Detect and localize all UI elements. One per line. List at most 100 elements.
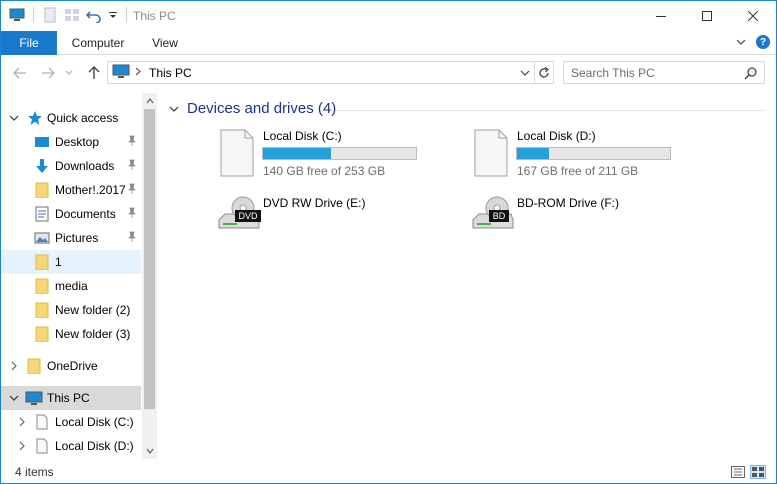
up-arrow-icon	[88, 66, 100, 79]
forward-button[interactable]	[39, 63, 57, 83]
drive-usage-fill	[263, 148, 332, 159]
large-icons-view-button[interactable]	[750, 465, 766, 479]
drive-tile-e[interactable]: DVD DVD RW Drive (E:)	[217, 196, 467, 252]
up-button[interactable]	[85, 63, 103, 83]
pin-icon[interactable]	[127, 231, 137, 243]
chevron-down-icon[interactable]	[169, 104, 179, 114]
drive-icon	[34, 414, 50, 430]
nav-item-local-disk-d[interactable]: Local Disk (D:)	[1, 434, 141, 458]
breadcrumb-separator-icon[interactable]	[135, 67, 141, 79]
bd-drive-icon: BD	[471, 196, 515, 235]
drive-free-space: 167 GB free of 211 GB	[517, 164, 639, 178]
title-bar: This PC	[1, 1, 776, 31]
nav-item-desktop[interactable]: Desktop	[1, 130, 141, 154]
toolbar-divider	[33, 7, 34, 23]
breadcrumb-this-pc[interactable]: This PC	[149, 66, 192, 80]
address-bar[interactable]: This PC	[107, 61, 535, 84]
back-button[interactable]	[11, 63, 29, 83]
maximize-button[interactable]	[684, 1, 730, 31]
pin-icon[interactable]	[127, 135, 137, 147]
nav-item-label: This PC	[47, 391, 90, 405]
navigation-row: This PC	[1, 61, 776, 85]
drive-name: DVD RW Drive (E:)	[263, 196, 366, 210]
tab-view[interactable]: View	[139, 31, 191, 55]
nav-item-new-folder-2[interactable]: New folder (2)	[1, 298, 141, 322]
content-pane: Devices and drives (4) Local Disk (C:) 1…	[161, 93, 771, 459]
nav-item-label: Local Disk (D:)	[55, 439, 134, 453]
download-arrow-icon	[34, 158, 50, 174]
chevron-down-icon[interactable]	[9, 392, 19, 402]
nav-item-new-folder-3[interactable]: New folder (3)	[1, 322, 141, 346]
nav-item-pictures[interactable]: Pictures	[1, 226, 141, 250]
monitor-icon[interactable]	[9, 7, 25, 23]
details-view-icon	[731, 466, 745, 478]
folder-icon	[34, 254, 50, 271]
close-button[interactable]	[730, 1, 776, 31]
chevron-down-icon	[146, 448, 153, 454]
pin-icon[interactable]	[127, 207, 137, 219]
ribbon-right-controls: ?	[736, 35, 770, 49]
refresh-button[interactable]	[534, 61, 554, 84]
details-view-button[interactable]	[730, 465, 746, 479]
window-controls	[638, 1, 776, 31]
search-box[interactable]	[563, 61, 765, 84]
monitor-icon	[25, 390, 43, 406]
scroll-up-button[interactable]	[142, 93, 157, 109]
folder-icon	[34, 278, 50, 295]
group-divider	[337, 110, 765, 111]
nav-item-this-pc[interactable]: This PC	[1, 386, 141, 410]
chevron-up-icon	[146, 98, 153, 104]
navigation-scrollbar[interactable]	[142, 93, 157, 459]
properties-icon[interactable]	[42, 7, 58, 23]
chevron-right-icon[interactable]	[17, 416, 27, 427]
search-input[interactable]	[564, 65, 739, 80]
minimize-button[interactable]	[638, 1, 684, 31]
drive-tile-f[interactable]: BD BD-ROM Drive (F:)	[471, 196, 721, 252]
toolbar-divider	[126, 7, 127, 23]
nav-item-downloads[interactable]: Downloads	[1, 154, 141, 178]
maximize-icon	[702, 11, 712, 21]
drive-tile-c[interactable]: Local Disk (C:) 140 GB free of 253 GB	[217, 129, 467, 185]
chevron-right-icon[interactable]	[9, 360, 19, 371]
address-history-chevron-icon[interactable]	[518, 66, 532, 80]
group-header-devices[interactable]: Devices and drives (4)	[169, 100, 336, 117]
drive-tile-d[interactable]: Local Disk (D:) 167 GB free of 211 GB	[471, 129, 721, 185]
window-title: This PC	[133, 9, 176, 23]
large-icons-view-icon	[752, 467, 764, 477]
customize-toolbar-icon[interactable]	[108, 7, 118, 23]
nav-item-documents[interactable]: Documents	[1, 202, 141, 226]
view-switcher	[730, 465, 766, 479]
tab-file[interactable]: File	[1, 31, 57, 55]
recent-locations-button[interactable]	[63, 63, 75, 83]
help-icon[interactable]: ?	[756, 35, 770, 49]
folder-icon	[34, 302, 50, 319]
search-icon[interactable]	[744, 66, 758, 83]
chevron-right-icon[interactable]	[17, 440, 27, 451]
desktop-icon	[34, 134, 50, 150]
new-folder-icon[interactable]	[64, 7, 80, 23]
pin-icon[interactable]	[127, 183, 137, 195]
chevron-down-icon	[65, 70, 73, 75]
nav-item-label: OneDrive	[47, 359, 98, 373]
nav-item-onedrive[interactable]: OneDrive	[1, 354, 141, 378]
folder-icon	[26, 358, 42, 375]
nav-item-quick-access[interactable]: Quick access	[1, 106, 141, 130]
pin-icon[interactable]	[127, 159, 137, 171]
scroll-down-button[interactable]	[142, 443, 157, 459]
undo-icon[interactable]	[85, 7, 102, 24]
dvd-drive-icon: DVD	[217, 196, 261, 235]
drive-usage-bar	[262, 147, 417, 160]
chevron-down-icon[interactable]	[9, 112, 19, 122]
back-arrow-icon	[13, 67, 26, 79]
tab-computer[interactable]: Computer	[59, 31, 137, 55]
nav-item-label: Mother!.2017	[55, 183, 126, 197]
nav-item-folder-1[interactable]: 1	[1, 250, 141, 274]
nav-item-label: 1	[55, 255, 62, 269]
nav-item-media[interactable]: media	[1, 274, 141, 298]
nav-item-label: Desktop	[55, 135, 100, 149]
expand-ribbon-icon[interactable]	[736, 35, 746, 49]
quick-access-toolbar	[9, 7, 129, 24]
scrollbar-thumb[interactable]	[144, 109, 155, 409]
nav-item-mother-2017[interactable]: Mother!.2017	[1, 178, 141, 202]
nav-item-local-disk-c[interactable]: Local Disk (C:)	[1, 410, 141, 434]
